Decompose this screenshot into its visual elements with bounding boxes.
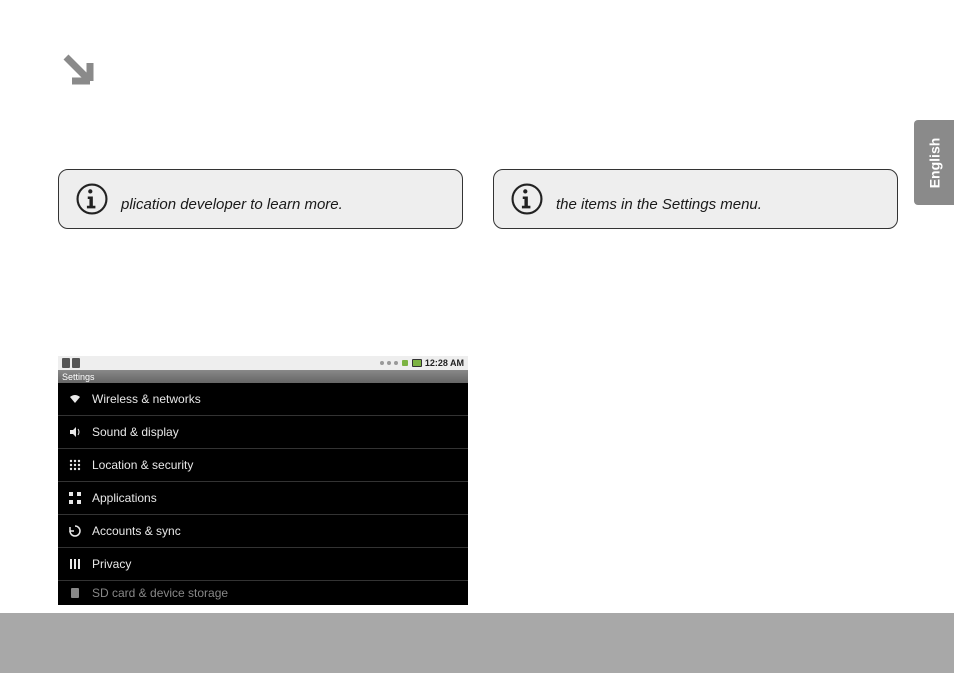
- settings-titlebar: Settings: [58, 370, 468, 383]
- apps-icon: [68, 491, 82, 505]
- setting-label: SD card & device storage: [92, 586, 228, 600]
- setting-item-accounts[interactable]: Accounts & sync: [58, 515, 468, 548]
- setting-item-applications[interactable]: Applications: [58, 482, 468, 515]
- usb-icon: [62, 358, 70, 368]
- info-icon: [75, 182, 109, 216]
- sd-card-icon: [68, 586, 82, 600]
- note-box-left: plication developer to learn more.: [58, 169, 463, 229]
- android-settings-screenshot: 12:28 AM Settings Wireless & networks So…: [58, 356, 468, 602]
- status-dot-icon: [380, 361, 384, 365]
- settings-title: Settings: [62, 372, 95, 382]
- language-label: English: [926, 137, 942, 188]
- setting-item-sound[interactable]: Sound & display: [58, 416, 468, 449]
- android-icon: [401, 358, 409, 368]
- settings-list: Wireless & networks Sound & display Loca…: [58, 383, 468, 605]
- footer-band: [0, 613, 954, 673]
- note-box-right: the items in the Settings menu.: [493, 169, 898, 229]
- setting-item-storage[interactable]: SD card & device storage: [58, 581, 468, 605]
- setting-label: Wireless & networks: [92, 392, 201, 406]
- setting-item-location[interactable]: Location & security: [58, 449, 468, 482]
- status-dot-icon: [394, 361, 398, 365]
- wifi-icon: [68, 392, 82, 406]
- notes-row: plication developer to learn more. the i…: [58, 169, 894, 229]
- setting-item-privacy[interactable]: Privacy: [58, 548, 468, 581]
- status-clock: 12:28 AM: [425, 358, 464, 368]
- battery-icon: [412, 359, 422, 367]
- info-icon: [510, 182, 544, 216]
- usb-icon: [72, 358, 80, 368]
- status-bar: 12:28 AM: [58, 356, 468, 370]
- sync-icon: [68, 524, 82, 538]
- note-left-text: plication developer to learn more.: [121, 195, 343, 217]
- page-arrow-icon: [62, 53, 94, 85]
- note-right-text: the items in the Settings menu.: [556, 195, 762, 217]
- grid-icon: [68, 458, 82, 472]
- setting-label: Privacy: [92, 557, 131, 571]
- setting-label: Sound & display: [92, 425, 179, 439]
- language-tab[interactable]: English: [914, 120, 954, 205]
- setting-label: Location & security: [92, 458, 193, 472]
- setting-item-wireless[interactable]: Wireless & networks: [58, 383, 468, 416]
- status-dot-icon: [387, 361, 391, 365]
- setting-label: Applications: [92, 491, 157, 505]
- setting-label: Accounts & sync: [92, 524, 181, 538]
- privacy-icon: [68, 557, 82, 571]
- speaker-icon: [68, 425, 82, 439]
